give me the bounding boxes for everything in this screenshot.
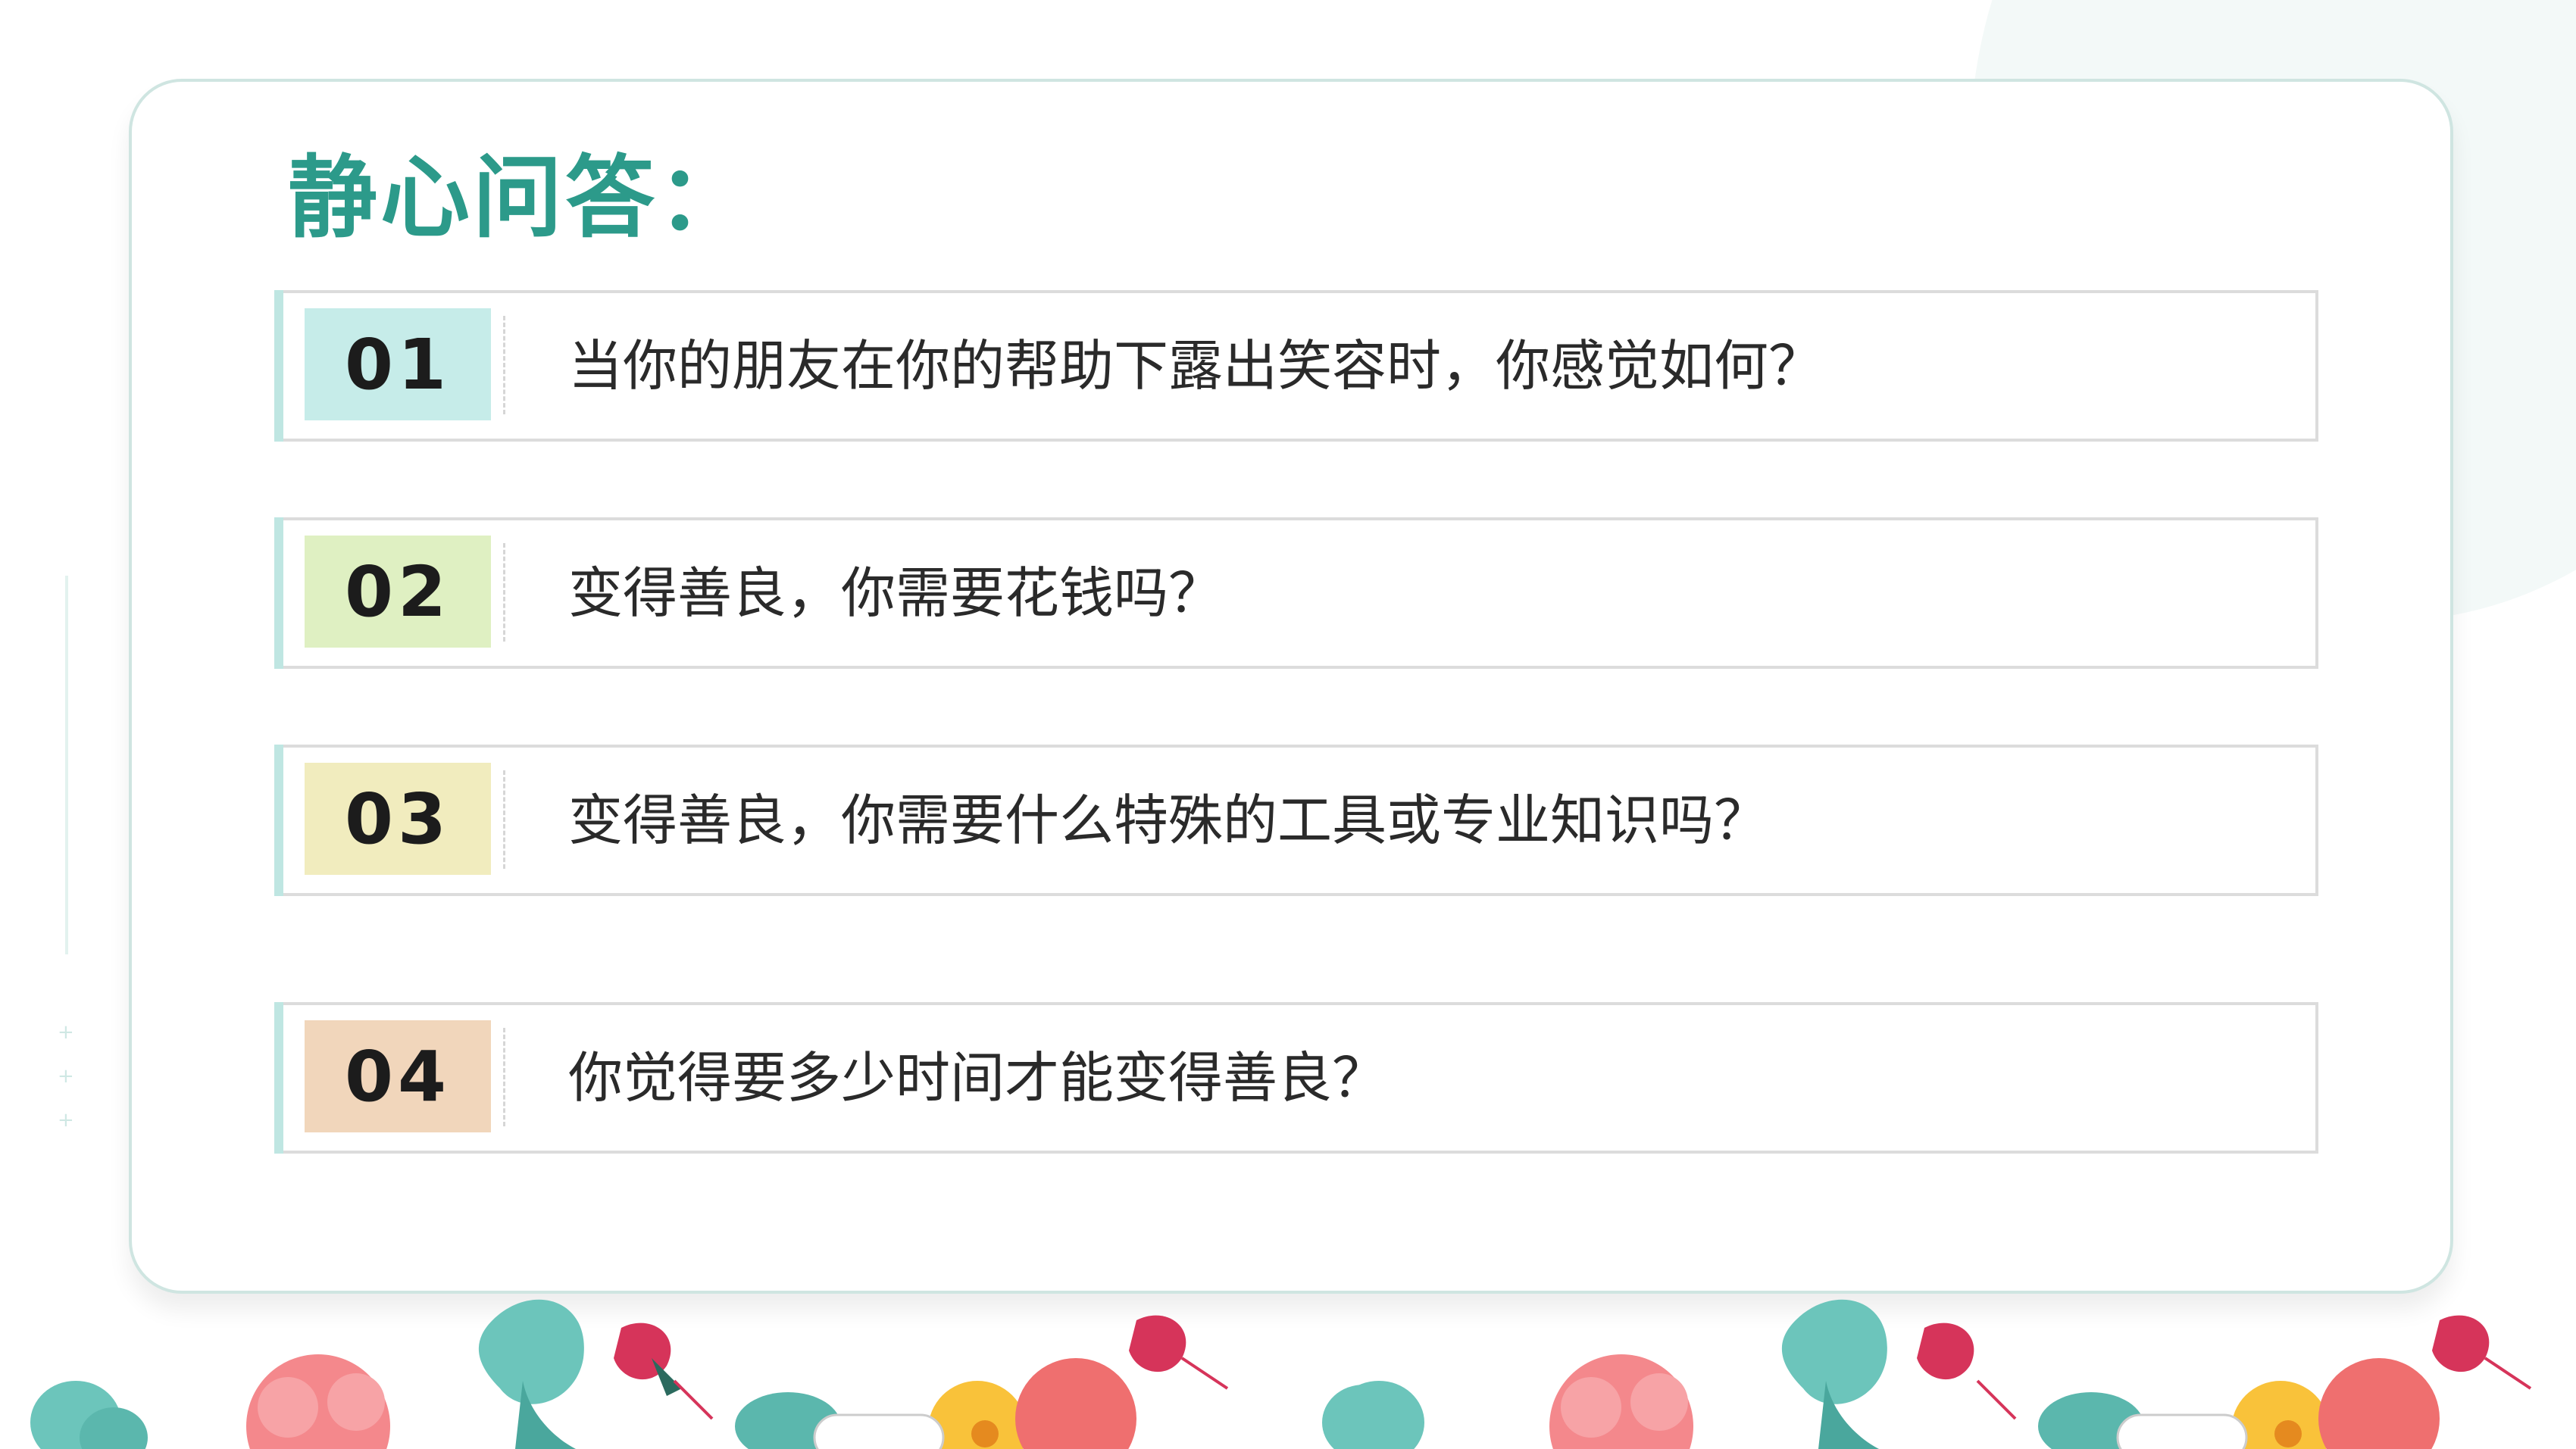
- row-accent-bar: [274, 517, 283, 669]
- question-row: 03 变得善良，你需要什么特殊的工具或专业知识吗？: [274, 745, 2318, 896]
- question-number: 03: [305, 763, 491, 875]
- plus-icon: +: [58, 1109, 74, 1132]
- page-title: 静心问答：: [288, 145, 751, 250]
- row-divider: [503, 770, 505, 869]
- question-text: 你觉得要多少时间才能变得善良？: [568, 1046, 1387, 1110]
- row-divider: [503, 316, 505, 414]
- question-row: 02 变得善良，你需要花钱吗？: [274, 517, 2318, 669]
- plus-icon: +: [58, 1021, 74, 1044]
- question-number: 02: [305, 536, 491, 648]
- question-text: 变得善良，你需要什么特殊的工具或专业知识吗？: [568, 789, 1769, 852]
- row-accent-bar: [274, 745, 283, 896]
- question-text: 当你的朋友在你的帮助下露出笑容时，你感觉如何？: [568, 334, 1824, 398]
- question-number: 01: [305, 308, 491, 420]
- slide: + + + 静心问答： 01 当你的朋友在你的帮助下露出笑容时，你感觉如何？ 0…: [0, 0, 2576, 1449]
- question-row: 04 你觉得要多少时间才能变得善良？: [274, 1002, 2318, 1154]
- row-divider: [503, 543, 505, 642]
- floral-border-decoration: [30, 1299, 2532, 1449]
- plus-icon: +: [58, 1065, 74, 1088]
- row-divider: [503, 1028, 505, 1126]
- question-row: 01 当你的朋友在你的帮助下露出笑容时，你感觉如何？: [274, 290, 2318, 442]
- side-decor-line: [65, 576, 68, 954]
- question-number: 04: [305, 1020, 491, 1132]
- question-text: 变得善良，你需要花钱吗？: [568, 561, 1224, 625]
- row-accent-bar: [274, 1002, 283, 1154]
- row-accent-bar: [274, 290, 283, 442]
